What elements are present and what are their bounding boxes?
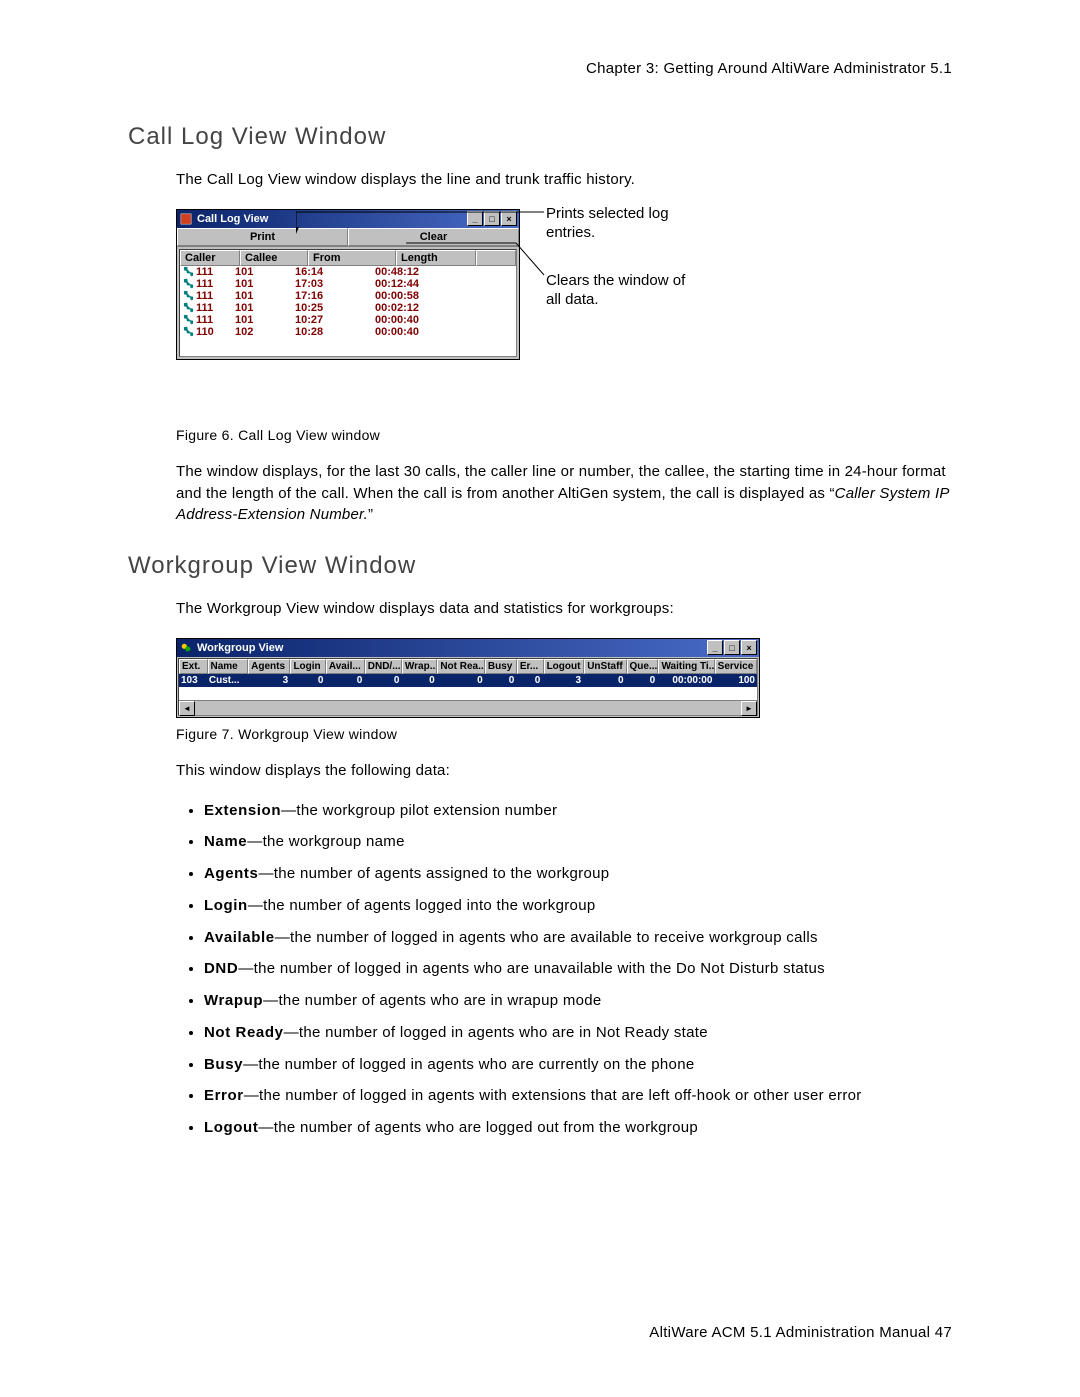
table-row[interactable]: 11110110:2500:02:12: [180, 302, 516, 314]
phone-icon: [183, 326, 194, 337]
callout-print: Prints selected log entries.: [546, 204, 686, 243]
section-title-calllog: Call Log View Window: [128, 123, 952, 151]
list-item: Not Ready—the number of logged in agents…: [204, 1022, 952, 1044]
column-header[interactable]: Not Rea...: [437, 659, 485, 674]
list-item: Error—the number of logged in agents wit…: [204, 1085, 952, 1107]
cell: 0: [626, 674, 658, 687]
workgroup-window-title: Workgroup View: [197, 642, 707, 654]
para-end: ”: [368, 506, 373, 523]
scroll-left-icon[interactable]: ◄: [179, 701, 195, 716]
cell: 3: [248, 674, 291, 687]
column-header[interactable]: Busy: [485, 659, 517, 674]
cell: 0: [290, 674, 325, 687]
column-header[interactable]: Wrap...: [402, 659, 437, 674]
cell: Cust...: [207, 674, 248, 687]
close-button[interactable]: ×: [741, 640, 757, 655]
cell: 100: [714, 674, 757, 687]
column-header[interactable]: Service: [715, 659, 757, 674]
calllog-intro: The Call Log View window displays the li…: [176, 169, 952, 191]
column-header[interactable]: Name: [208, 659, 249, 674]
workgroup-intro: The Workgroup View window displays data …: [176, 598, 952, 620]
workgroup-window: Workgroup View _ □ × Ext.NameAgentsLogin…: [176, 638, 760, 718]
workgroup-figure: Workgroup View _ □ × Ext.NameAgentsLogin…: [176, 638, 952, 718]
calllog-figure: Call Log View _ □ × Print Clear Caller C…: [176, 209, 952, 419]
column-header[interactable]: Logout: [544, 659, 585, 674]
column-header[interactable]: DND/...: [365, 659, 402, 674]
workgroup-body: Ext.NameAgentsLoginAvail...DND/...Wrap..…: [178, 658, 758, 716]
list-item: DND—the number of logged in agents who a…: [204, 958, 952, 980]
para-text: The window displays, for the last 30 cal…: [176, 463, 946, 502]
cell: 0: [325, 674, 364, 687]
cell: 103: [179, 674, 207, 687]
cell: 0: [401, 674, 436, 687]
column-header[interactable]: Login: [290, 659, 325, 674]
phone-icon: [183, 314, 194, 325]
table-row[interactable]: 11010210:2800:00:40: [180, 326, 516, 338]
workgroup-headers: Ext.NameAgentsLoginAvail...DND/...Wrap..…: [179, 659, 757, 674]
app-icon: [179, 641, 193, 655]
calllog-para: The window displays, for the last 30 cal…: [176, 461, 952, 526]
bullet-list: Extension—the workgroup pilot extension …: [176, 800, 952, 1139]
list-item: Extension—the workgroup pilot extension …: [204, 800, 952, 822]
document-page: Chapter 3: Getting Around AltiWare Admin…: [0, 0, 1080, 1397]
phone-icon: [183, 266, 194, 277]
cell: 0: [437, 674, 485, 687]
callout-clear: Clears the window of all data.: [546, 271, 686, 310]
cell: 00:00:00: [657, 674, 714, 687]
header-caller[interactable]: Caller: [180, 250, 240, 266]
cell: 0: [583, 674, 626, 687]
figure7-caption: Figure 7. Workgroup View window: [176, 726, 952, 742]
workgroup-scrollbar[interactable]: ◄ ►: [179, 700, 757, 715]
list-item: Name—the workgroup name: [204, 831, 952, 853]
minimize-button[interactable]: _: [707, 640, 723, 655]
maximize-button[interactable]: □: [724, 640, 740, 655]
cell: 3: [542, 674, 583, 687]
column-header[interactable]: Avail...: [326, 659, 365, 674]
list-item: Available—the number of logged in agents…: [204, 927, 952, 949]
app-icon: [179, 212, 193, 226]
list-item: Busy—the number of logged in agents who …: [204, 1054, 952, 1076]
cell: 0: [485, 674, 517, 687]
chapter-header: Chapter 3: Getting Around AltiWare Admin…: [128, 60, 952, 77]
cell: 0: [364, 674, 401, 687]
table-row[interactable]: 11110117:1600:00:58: [180, 290, 516, 302]
table-row[interactable]: 11110110:2700:00:40: [180, 314, 516, 326]
phone-icon: [183, 278, 194, 289]
column-header[interactable]: Waiting Ti...: [658, 659, 714, 674]
workgroup-row[interactable]: 103Cust...3000000030000:00:00100: [179, 674, 757, 687]
list-item: Wrapup—the number of agents who are in w…: [204, 990, 952, 1012]
section-title-workgroup: Workgroup View Window: [128, 552, 952, 580]
column-header[interactable]: Agents: [248, 659, 290, 674]
list-item: Agents—the number of agents assigned to …: [204, 863, 952, 885]
list-item: Login—the number of agents logged into t…: [204, 895, 952, 917]
phone-icon: [183, 290, 194, 301]
phone-icon: [183, 302, 194, 313]
column-header[interactable]: UnStaff: [584, 659, 626, 674]
cell: 0: [516, 674, 542, 687]
column-header[interactable]: Er...: [517, 659, 544, 674]
column-header[interactable]: Ext.: [179, 659, 208, 674]
list-item: Logout—the number of agents who are logg…: [204, 1117, 952, 1139]
column-header[interactable]: Que...: [627, 659, 659, 674]
list-intro: This window displays the following data:: [176, 760, 952, 782]
page-footer: AltiWare ACM 5.1 Administration Manual 4…: [649, 1324, 952, 1341]
workgroup-titlebar: Workgroup View _ □ ×: [177, 639, 759, 657]
figure6-caption: Figure 6. Call Log View window: [176, 427, 952, 443]
scroll-right-icon[interactable]: ►: [741, 701, 757, 716]
